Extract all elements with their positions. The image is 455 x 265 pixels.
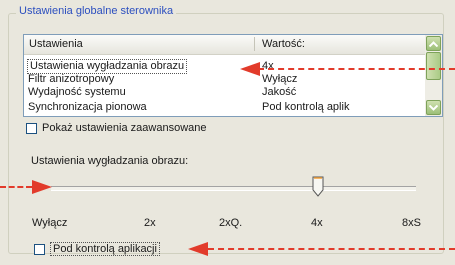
arrow-left-icon: [240, 62, 260, 76]
vertical-scrollbar[interactable]: [425, 35, 442, 116]
scroll-up-button[interactable]: [426, 36, 441, 51]
advanced-settings-checkbox[interactable]: [26, 123, 37, 134]
scroll-down-button[interactable]: [426, 100, 441, 115]
list-item-value: Jakość: [262, 86, 297, 98]
list-item[interactable]: Wydajność systemu Jakość: [24, 86, 425, 99]
group-title: Ustawienia globalne sterownika: [16, 5, 177, 17]
slider-thumb[interactable]: [312, 176, 324, 197]
column-header-setting[interactable]: Ustawienia: [29, 38, 83, 50]
slider-tick-label: 2xQ.: [219, 217, 243, 229]
annotation-arrow-slider: [0, 186, 32, 188]
slider-track[interactable]: [51, 186, 416, 191]
list-item[interactable]: Synchronizacja pionowa Pod kontrolą apli…: [24, 101, 425, 114]
list-item-setting: Synchronizacja pionowa: [28, 101, 147, 113]
list-item-setting: Ustawienia wygładzania obrazu: [27, 59, 188, 74]
list-item-setting: Wydajność systemu: [28, 86, 126, 98]
column-header-value[interactable]: Wartość:: [262, 38, 305, 50]
list-item-value: 4x: [262, 60, 274, 72]
arrow-right-icon: [32, 180, 52, 194]
list-item-value: Wyłącz: [262, 73, 298, 85]
list-item[interactable]: Filtr anizotropowy Wyłącz: [24, 73, 425, 86]
chevron-up-icon: [429, 40, 438, 47]
arrow-left-icon: [188, 242, 208, 256]
list-item-value: Pod kontrolą aplik: [262, 101, 350, 113]
slider-tick-label: 8xS: [402, 217, 421, 229]
app-control-label[interactable]: Pod kontrolą aplikacji: [50, 242, 160, 256]
column-separator[interactable]: [254, 37, 255, 51]
scroll-thumb[interactable]: [426, 52, 441, 80]
advanced-settings-label[interactable]: Pokaż ustawienia zaawansowane: [42, 122, 207, 134]
chevron-down-icon: [429, 104, 438, 111]
list-header: Ustawienia Wartość:: [24, 35, 425, 55]
slider-tick-label: Wyłącz: [32, 217, 68, 229]
slider-tick-label: 2x: [144, 217, 156, 229]
slider-label: Ustawienia wygładzania obrazu:: [31, 155, 189, 167]
annotation-arrow-list: [258, 68, 455, 70]
annotation-arrow-checkbox: [208, 248, 455, 250]
settings-list[interactable]: Ustawienia Wartość: Ustawienia wygładzan…: [23, 34, 443, 117]
list-item[interactable]: Ustawienia wygładzania obrazu 4x: [24, 59, 425, 74]
slider-tick-label: 4x: [311, 217, 323, 229]
app-control-checkbox[interactable]: [34, 244, 45, 255]
list-item-setting: Filtr anizotropowy: [28, 73, 115, 85]
